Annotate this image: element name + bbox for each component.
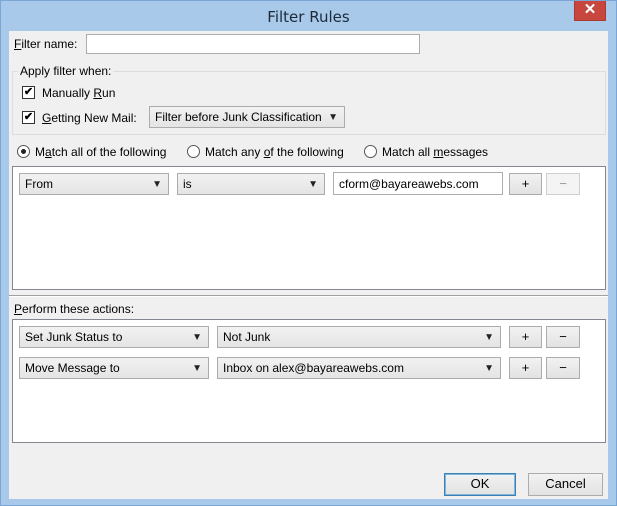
remove-action-button[interactable]: − — [546, 326, 580, 348]
action-target-select[interactable]: Inbox on alex@bayareawebs.com ▼ — [217, 357, 501, 379]
actions-list: Set Junk Status to ▼ Not Junk ▼ + − Move… — [12, 319, 606, 443]
remove-condition-button[interactable]: − — [546, 173, 580, 195]
remove-action-button[interactable]: − — [546, 357, 580, 379]
title-bar[interactable]: Filter Rules ✕ — [1, 1, 616, 31]
apply-filter-label: Apply filter when: — [18, 64, 114, 78]
conditions-list: From ▼ is ▼ cform@bayareawebs.com + − — [12, 166, 606, 290]
chevron-down-icon: ▼ — [308, 179, 318, 190]
section-separator — [9, 295, 608, 297]
filter-rules-dialog: Filter Rules ✕ Filter name: Apply filter… — [0, 0, 617, 506]
action-target-select[interactable]: Not Junk ▼ — [217, 326, 501, 348]
action-type-value: Set Junk Status to — [25, 330, 123, 344]
filter-timing-select[interactable]: Filter before Junk Classification ▼ — [149, 106, 345, 128]
match-any-radio[interactable] — [187, 145, 200, 158]
condition-value-input[interactable]: cform@bayareawebs.com — [333, 172, 503, 195]
add-condition-button[interactable]: + — [509, 173, 542, 195]
chevron-down-icon: ▼ — [192, 332, 202, 343]
window-title: Filter Rules — [267, 8, 350, 26]
action-target-value: Inbox on alex@bayareawebs.com — [223, 361, 404, 375]
getting-new-mail-label: Getting New Mail: — [42, 111, 137, 125]
action-type-select[interactable]: Set Junk Status to ▼ — [19, 326, 209, 348]
actions-label: Perform these actions: — [14, 302, 135, 316]
match-any-label: Match any of the following — [205, 145, 344, 159]
condition-operator-select[interactable]: is ▼ — [177, 173, 325, 195]
chevron-down-icon: ▼ — [192, 363, 202, 374]
condition-field-value: From — [25, 177, 53, 191]
filter-name-input[interactable] — [86, 34, 420, 54]
dialog-body: Filter name: Apply filter when: ✔ Manual… — [9, 31, 608, 499]
manually-run-checkbox[interactable]: ✔ — [22, 86, 35, 99]
condition-operator-value: is — [183, 177, 192, 191]
cancel-button[interactable]: Cancel — [528, 473, 603, 496]
getting-new-mail-checkbox[interactable]: ✔ — [22, 111, 35, 124]
match-all-label: Match all of the following — [35, 145, 167, 159]
match-all-messages-radio[interactable] — [364, 145, 377, 158]
match-all-radio[interactable] — [17, 145, 30, 158]
chevron-down-icon: ▼ — [152, 179, 162, 190]
filter-name-label: Filter name: — [14, 37, 78, 51]
ok-button[interactable]: OK — [444, 473, 516, 496]
chevron-down-icon: ▼ — [328, 112, 338, 123]
manually-run-label: Manually Run — [42, 86, 116, 100]
close-icon[interactable]: ✕ — [574, 1, 606, 21]
action-type-value: Move Message to — [25, 361, 120, 375]
filter-timing-value: Filter before Junk Classification — [155, 110, 322, 124]
chevron-down-icon: ▼ — [484, 363, 494, 374]
add-action-button[interactable]: + — [509, 357, 542, 379]
condition-field-select[interactable]: From ▼ — [19, 173, 169, 195]
add-action-button[interactable]: + — [509, 326, 542, 348]
chevron-down-icon: ▼ — [484, 332, 494, 343]
match-all-messages-label: Match all messages — [382, 145, 489, 159]
action-type-select[interactable]: Move Message to ▼ — [19, 357, 209, 379]
action-target-value: Not Junk — [223, 330, 271, 344]
